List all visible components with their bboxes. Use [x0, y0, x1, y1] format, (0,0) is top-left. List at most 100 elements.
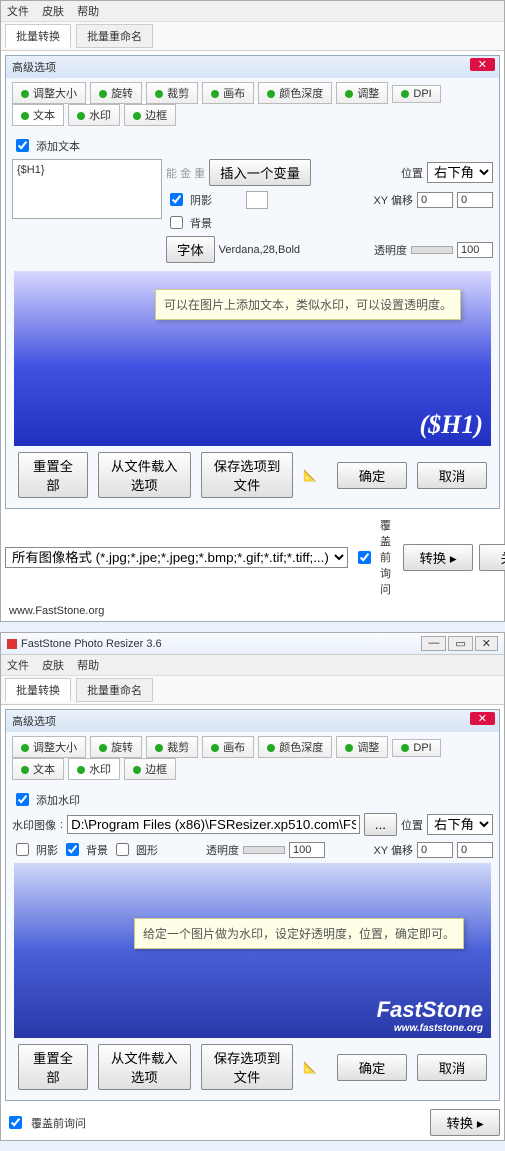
ot-depth[interactable]: 颜色深度 [258, 82, 332, 104]
lbl-opacity: 透明度 [374, 242, 407, 258]
cb-addtext[interactable] [16, 139, 29, 152]
ot-rotate[interactable]: 旋转 [90, 736, 142, 758]
wm-tab-content: 添加水印 水印图像: ... 位置 右下角 阴影 背景 圆形 透明度 100 X… [6, 784, 499, 1100]
tab-convert[interactable]: 批量转换 [5, 678, 71, 702]
ot-canvas[interactable]: 画布 [202, 82, 254, 104]
btn-load[interactable]: 从文件载入选项 [98, 1044, 191, 1090]
spin-y[interactable]: 0 [457, 842, 493, 858]
menubar: 文件 皮肤 帮助 [1, 1, 504, 22]
lbl-xyoff: XY 偏移 [373, 842, 413, 858]
panel-title: 高级选项 [12, 62, 56, 74]
ot-border[interactable]: 边框 [124, 758, 176, 780]
cb-shadow[interactable] [170, 193, 183, 206]
tab-convert[interactable]: 批量转换 [5, 24, 71, 48]
lbl-pos: 位置 [401, 165, 423, 181]
ot-resize[interactable]: 调整大小 [12, 82, 86, 104]
ot-border[interactable]: 边框 [124, 104, 176, 126]
btn-save[interactable]: 保存选项到文件 [201, 1044, 294, 1090]
menu-help[interactable]: 帮助 [77, 660, 99, 672]
color-swatch[interactable] [246, 191, 268, 209]
lbl-opacity: 透明度 [206, 842, 239, 858]
cb-addwm[interactable] [16, 793, 29, 806]
close-icon[interactable]: ✕ [470, 58, 495, 71]
cb-bg[interactable] [170, 216, 183, 229]
ot-canvas[interactable]: 画布 [202, 736, 254, 758]
spin-x[interactable]: 0 [417, 842, 453, 858]
ot-dpi[interactable]: DPI [392, 85, 440, 103]
sel-pos[interactable]: 右下角 [427, 814, 493, 835]
panel-header: 高级选项 ✕ [6, 710, 499, 732]
app-icon [7, 639, 17, 649]
lbl-bg: 背景 [190, 215, 212, 231]
panel-header: 高级选项 ✕ [6, 56, 499, 78]
ot-resize[interactable]: 调整大小 [12, 736, 86, 758]
btn-ok[interactable]: 确定 [337, 1054, 407, 1081]
btn-ok[interactable]: 确定 [337, 462, 407, 489]
btn-save[interactable]: 保存选项到文件 [201, 452, 294, 498]
slider-opacity[interactable] [243, 846, 285, 854]
menu-file[interactable]: 文件 [7, 6, 29, 18]
sel-pos[interactable]: 右下角 [427, 162, 493, 183]
btn-insert-var[interactable]: 插入一个变量 [209, 159, 311, 186]
lbl-addtext: 添加文本 [36, 138, 80, 154]
lbl-fontdesc: Verdana,28,Bold [219, 244, 300, 256]
lbl-xyoff: XY 偏移 [373, 192, 413, 208]
btn-font[interactable]: 字体 [166, 236, 215, 263]
ot-adjust[interactable]: 调整 [336, 736, 388, 758]
slider-opacity[interactable] [411, 246, 453, 254]
ot-watermark[interactable]: 水印 [68, 758, 120, 780]
min-icon[interactable]: — [421, 636, 446, 651]
btn-browse[interactable]: ... [364, 813, 397, 836]
ot-rotate[interactable]: 旋转 [90, 82, 142, 104]
lbl-wmpath: 水印图像 [12, 817, 56, 833]
design-icon[interactable]: 📐 [303, 469, 317, 482]
cb-overwrite[interactable] [358, 551, 371, 564]
menu-skin[interactable]: 皮肤 [42, 660, 64, 672]
tab-rename[interactable]: 批量重命名 [76, 678, 153, 702]
ot-depth[interactable]: 颜色深度 [258, 736, 332, 758]
btn-reset[interactable]: 重置全部 [18, 1044, 88, 1090]
btn-load[interactable]: 从文件载入选项 [98, 452, 191, 498]
spin-x[interactable]: 0 [417, 192, 453, 208]
ot-crop[interactable]: 裁剪 [146, 82, 198, 104]
sel-format[interactable]: 所有图像格式 (*.jpg;*.jpe;*.jpeg;*.bmp;*.gif;*… [5, 547, 348, 568]
btn-convert[interactable]: 转换 ▸ [403, 544, 473, 571]
ot-watermark[interactable]: 水印 [68, 104, 120, 126]
spin-y[interactable]: 0 [457, 192, 493, 208]
cb-bg[interactable] [66, 843, 79, 856]
input-wmpath[interactable] [67, 815, 360, 834]
menu-skin[interactable]: 皮肤 [42, 6, 64, 18]
main-tabs: 批量转换 批量重命名 [1, 676, 504, 705]
spin-opacity[interactable]: 100 [457, 242, 493, 258]
menu-help[interactable]: 帮助 [77, 6, 99, 18]
btn-cancel[interactable]: 取消 [417, 462, 487, 489]
btn-reset[interactable]: 重置全部 [18, 452, 88, 498]
btn-convert[interactable]: 转换 ▸ [430, 1109, 500, 1136]
max-icon[interactable]: ▭ [448, 636, 472, 651]
x-icon[interactable]: ✕ [475, 636, 498, 651]
link[interactable]: www.FastStone.org [1, 601, 504, 621]
spin-opacity[interactable]: 100 [289, 842, 325, 858]
option-tabs: 调整大小 旋转 裁剪 画布 颜色深度 调整 DPI 文本 水印 边框 [6, 732, 499, 784]
main-tabs: 批量转换 批量重命名 [1, 22, 504, 51]
btn-cancel[interactable]: 取消 [417, 1054, 487, 1081]
window-2: FastStone Photo Resizer 3.6 — ▭ ✕ 文件 皮肤 … [0, 632, 505, 1141]
callout: 给定一个图片做为水印，设定好透明度，位置，确定即可。 [134, 918, 464, 949]
watermark-text: ($H1) [419, 410, 483, 440]
text-input[interactable]: {$H1} [12, 159, 162, 219]
close-icon[interactable]: ✕ [470, 712, 495, 725]
lbl-overwrite: 覆盖前询问 [380, 517, 391, 597]
cb-round[interactable] [116, 843, 129, 856]
ot-crop[interactable]: 裁剪 [146, 736, 198, 758]
ot-text[interactable]: 文本 [12, 758, 64, 780]
cb-overwrite[interactable] [9, 1116, 22, 1129]
ot-text[interactable]: 文本 [12, 104, 64, 126]
ot-dpi[interactable]: DPI [392, 739, 440, 757]
cb-shadow[interactable] [16, 843, 29, 856]
menu-file[interactable]: 文件 [7, 660, 29, 672]
arrow-icons[interactable]: 能 金 重 [166, 165, 205, 181]
btn-close[interactable]: 关闭 [479, 544, 505, 571]
tab-rename[interactable]: 批量重命名 [76, 24, 153, 48]
design-icon[interactable]: 📐 [303, 1061, 317, 1074]
ot-adjust[interactable]: 调整 [336, 82, 388, 104]
